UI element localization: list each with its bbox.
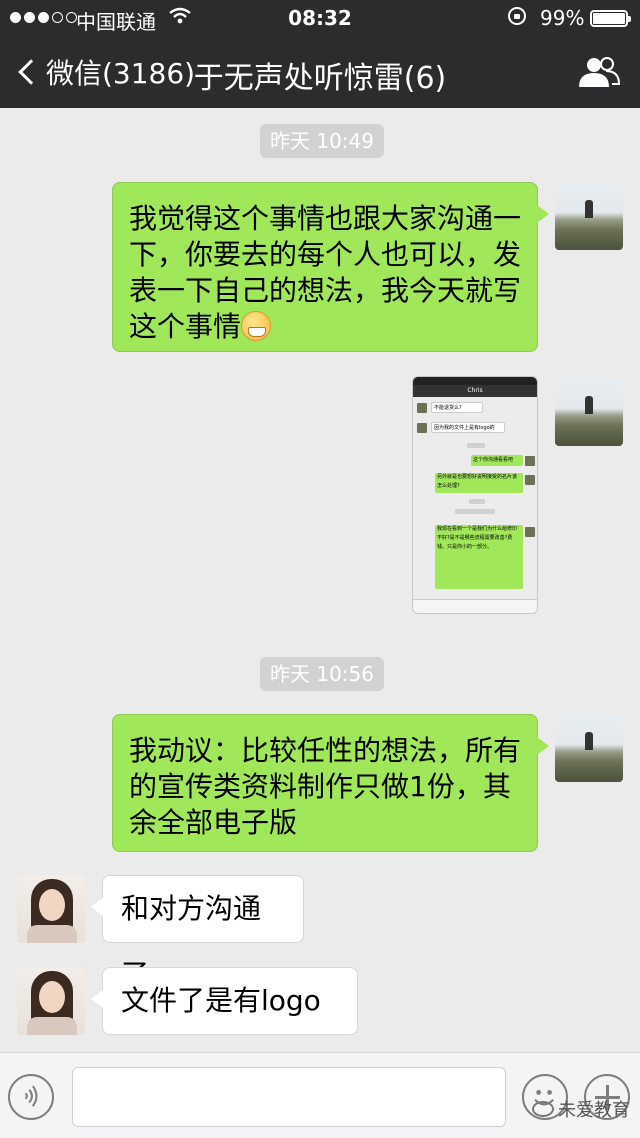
chat-title: 于无声处听惊雷(6) [193,61,447,96]
timestamp: 昨天 10:56 [260,657,384,691]
image-message[interactable]: Chris 不能退货么? 因为我的文件上是有logo的 这个你沟通看看吧 另外就… [412,376,538,614]
input-bar [0,1052,640,1138]
chat-area[interactable]: 昨天 10:49 我觉得这个事情也跟大家沟通一下，你要去的每个人也可以，发表一下… [0,108,640,1083]
avatar-self[interactable] [555,714,623,782]
thumbnail-line: 不能退货么? [431,402,483,413]
voice-icon[interactable] [8,1074,54,1120]
avatar-friend[interactable] [17,875,85,943]
battery-percent: 99% [540,6,585,30]
thumbnail-line: 这个你沟通看看吧 [471,455,523,466]
status-bar: 中国联通 08:32 99% [0,0,640,36]
avatar-friend[interactable] [17,967,85,1035]
thumbnail-line: 另外就是也要想好说明接受的名片该怎么处理? [435,473,523,493]
wechat-logo-icon [532,1101,554,1117]
timestamp: 昨天 10:49 [260,124,384,158]
grin-emoji-icon [241,311,272,341]
message-text: 我觉得这个事情也跟大家沟通一下，你要去的每个人也可以，发表一下自己的想法，我今天… [129,202,522,343]
message-text: 我动议：比较任性的想法，所有的宣传类资料制作只做1份，其余全部电子版 [129,734,522,839]
avatar-self[interactable] [555,182,623,250]
message-bubble-out[interactable]: 我觉得这个事情也跟大家沟通一下，你要去的每个人也可以，发表一下自己的想法，我今天… [112,182,549,352]
group-members-icon[interactable] [576,56,622,88]
watermark-text: 未爱教育 [558,1100,630,1121]
message-input[interactable] [72,1067,506,1127]
battery-icon [590,10,631,27]
thumbnail-line: 因为我的文件上是有logo的 [431,422,505,433]
nav-bar: 微信(3186) 于无声处听惊雷(6) [0,36,640,108]
message-bubble-out[interactable]: 我动议：比较任性的想法，所有的宣传类资料制作只做1份，其余全部电子版 [112,714,549,852]
message-bubble-in[interactable]: 文件了是有logo的 [91,967,358,1083]
rotation-lock-icon [508,7,526,25]
message-bubble-in[interactable]: 和对方沟通了 [91,875,304,991]
top-bar: 中国联通 08:32 99% 微信(3186) 于无声处听惊雷(6) [0,0,640,108]
thumbnail-title: Chris [413,385,537,397]
watermark: 未爱教育 [532,1096,630,1122]
avatar-self[interactable] [555,378,623,446]
thumbnail-line: 我现在看到一个是我们为什么给修印不好?是不是哪些流程需要改善?费钱。只是你小的一… [435,525,523,589]
